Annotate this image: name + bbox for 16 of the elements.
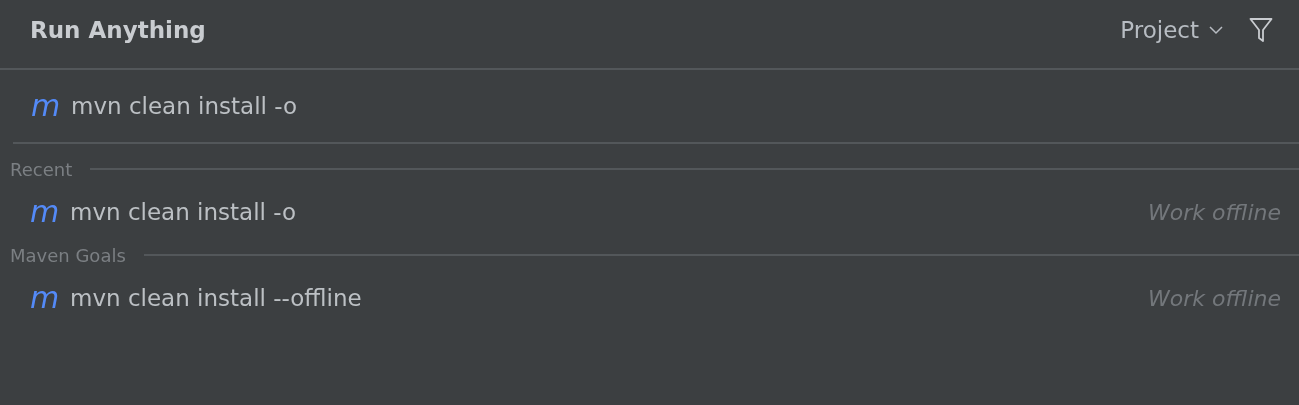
- group-label: Maven Goals: [10, 244, 126, 266]
- group-label: Recent: [10, 158, 73, 180]
- maven-icon: m: [30, 283, 70, 313]
- window-title: Run Anything: [30, 17, 207, 43]
- list-item[interactable]: m mvn clean install --offline Work offline: [0, 268, 1299, 328]
- list-item[interactable]: m mvn clean install -o Work offline: [0, 182, 1299, 242]
- search-field[interactable]: m mvn clean install -o: [13, 70, 1299, 144]
- chevron-down-icon: [1209, 25, 1223, 35]
- maven-icon: m: [30, 197, 70, 227]
- filter-icon[interactable]: [1249, 17, 1273, 43]
- command-text: mvn clean install --offline: [70, 285, 363, 311]
- item-hint: Work offline: [1147, 285, 1281, 311]
- command-text: mvn clean install -o: [70, 199, 298, 225]
- item-hint: Work offline: [1147, 199, 1281, 225]
- scope-dropdown[interactable]: Project: [1120, 17, 1223, 43]
- maven-icon: m: [31, 91, 71, 121]
